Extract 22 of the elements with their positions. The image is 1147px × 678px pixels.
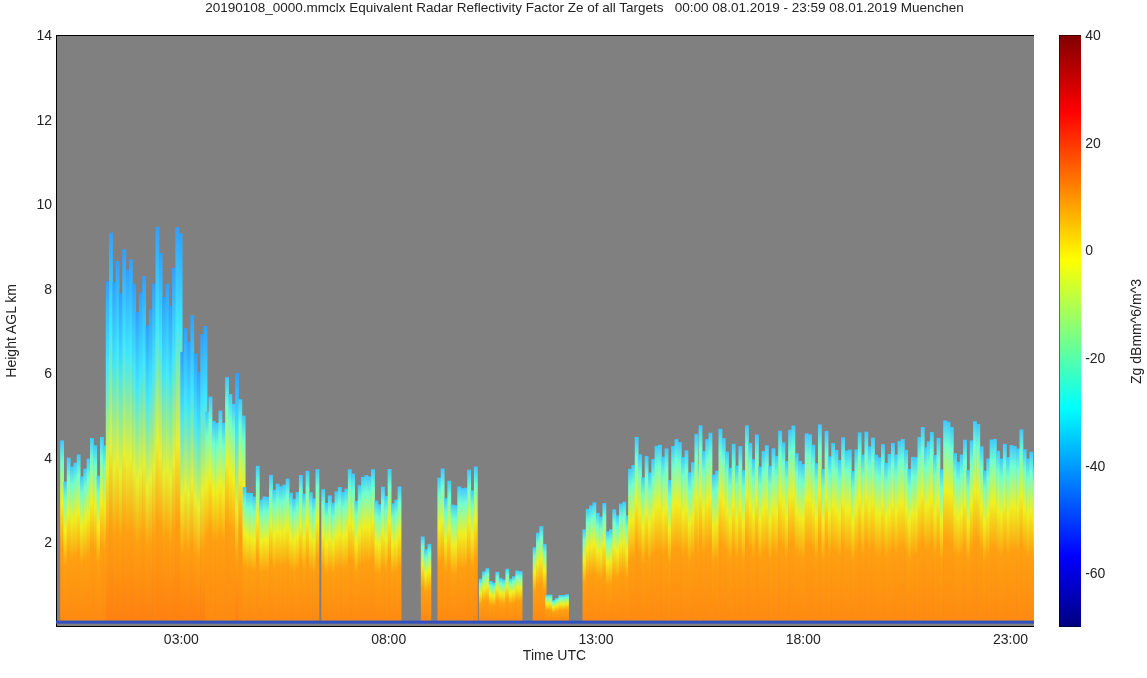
colorbar-tick-label: -40: [1085, 457, 1106, 474]
colorbar-tick-label: 0: [1085, 242, 1093, 259]
colorbar-label: Zg dBmm^6/m^3: [1128, 278, 1145, 384]
y-tick-label: 14: [36, 27, 53, 43]
x-axis-label: Time UTC: [522, 647, 587, 663]
y-tick-label: 12: [36, 111, 53, 128]
y-tick-label: 2: [44, 534, 53, 551]
x-tick-label: 23:00: [993, 631, 1029, 647]
y-tick-label: 8: [44, 280, 53, 297]
y-tick-label: 10: [36, 196, 53, 213]
x-tick-label: 08:00: [371, 631, 407, 647]
x-tick-label: 03:00: [163, 631, 199, 647]
colorbar-tick-label: 20: [1085, 134, 1101, 151]
y-tick-label: 4: [44, 449, 53, 466]
chart-title: 20190108_0000.mmclx Equivalent Radar Reflectivity Factor Ze of all Targets 00:00 08.01.2019 - 23:59 08.01.2019 Muenchen: [205, 0, 964, 17]
y-tick-label: 6: [44, 365, 53, 382]
colorbar-tick-label: 40: [1085, 27, 1101, 43]
y-axis-label: Height AGL km: [2, 284, 19, 378]
colorbar-tick-label: -60: [1085, 565, 1106, 582]
x-tick-label: 18:00: [785, 631, 821, 647]
colorbar-tick-label: -20: [1085, 349, 1106, 366]
x-tick-label: 13:00: [578, 631, 614, 647]
